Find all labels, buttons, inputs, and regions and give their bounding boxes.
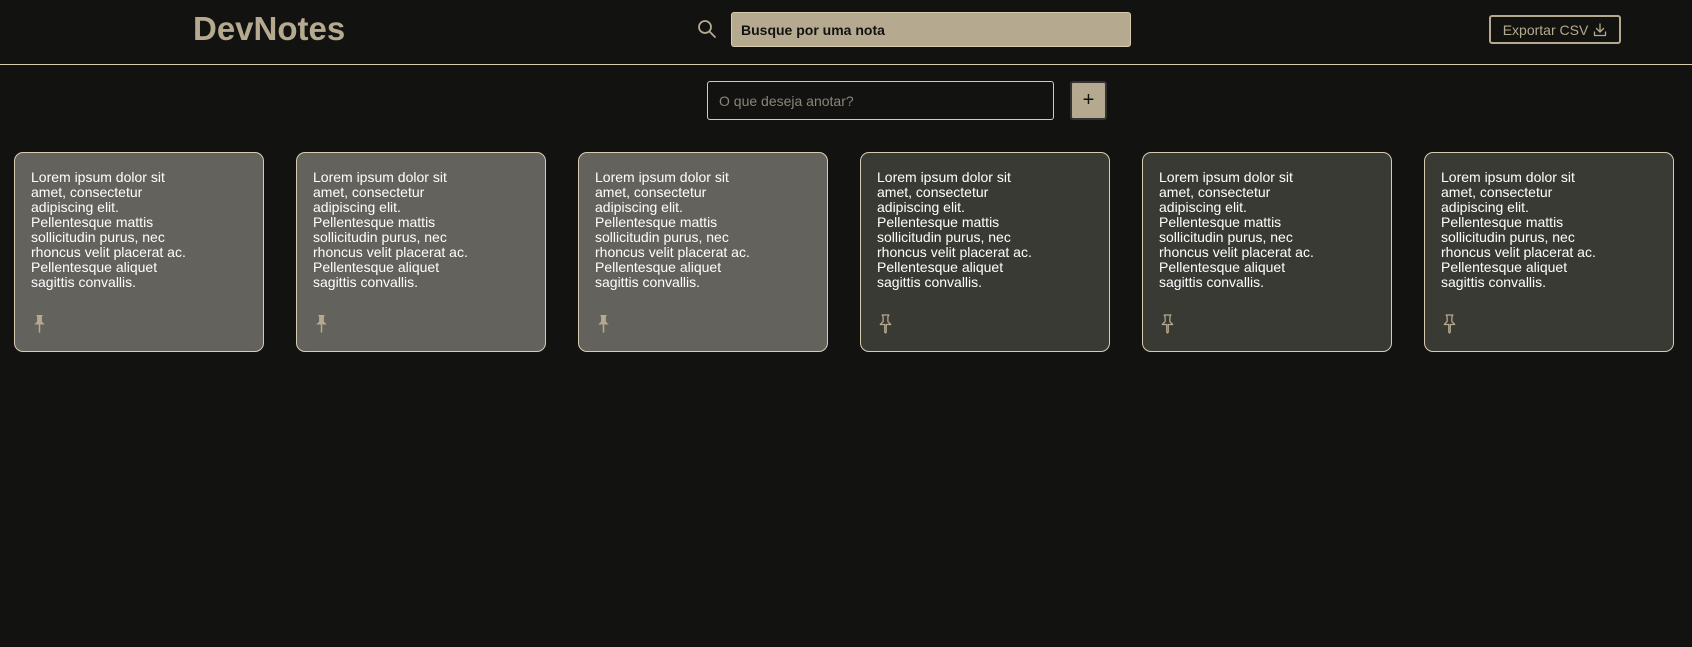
note-card[interactable]: Lorem ipsum dolor sit amet, consectetur … <box>1424 152 1674 352</box>
add-note-button[interactable]: + <box>1070 81 1107 120</box>
note-card[interactable]: Lorem ipsum dolor sit amet, consectetur … <box>578 152 828 352</box>
note-card[interactable]: Lorem ipsum dolor sit amet, consectetur … <box>860 152 1110 352</box>
pin-filled-icon[interactable] <box>31 314 48 334</box>
search-input[interactable] <box>731 12 1131 47</box>
note-text: Lorem ipsum dolor sit amet, consectetur … <box>1159 169 1314 290</box>
export-csv-label: Exportar CSV <box>1502 21 1589 38</box>
note-card[interactable]: Lorem ipsum dolor sit amet, consectetur … <box>1142 152 1392 352</box>
pin-outline-icon[interactable] <box>1441 314 1458 334</box>
note-text: Lorem ipsum dolor sit amet, consectetur … <box>1441 169 1596 290</box>
download-icon <box>1594 22 1607 36</box>
app-header: DevNotes Exportar CSV <box>0 0 1692 65</box>
pin-filled-icon[interactable] <box>313 314 330 334</box>
note-card[interactable]: Lorem ipsum dolor sit amet, consectetur … <box>14 152 264 352</box>
pin-outline-icon[interactable] <box>877 314 894 334</box>
app-logo[interactable]: DevNotes <box>193 8 345 50</box>
note-card[interactable]: Lorem ipsum dolor sit amet, consectetur … <box>296 152 546 352</box>
note-text: Lorem ipsum dolor sit amet, consectetur … <box>31 169 186 290</box>
search-icon <box>698 20 716 38</box>
pin-outline-icon[interactable] <box>1159 314 1176 334</box>
export-csv-button[interactable]: Exportar CSV <box>1489 15 1621 44</box>
note-text: Lorem ipsum dolor sit amet, consectetur … <box>595 169 750 290</box>
new-note-input[interactable] <box>707 81 1054 120</box>
note-text: Lorem ipsum dolor sit amet, consectetur … <box>313 169 468 290</box>
note-text: Lorem ipsum dolor sit amet, consectetur … <box>877 169 1032 290</box>
pin-filled-icon[interactable] <box>595 314 612 334</box>
